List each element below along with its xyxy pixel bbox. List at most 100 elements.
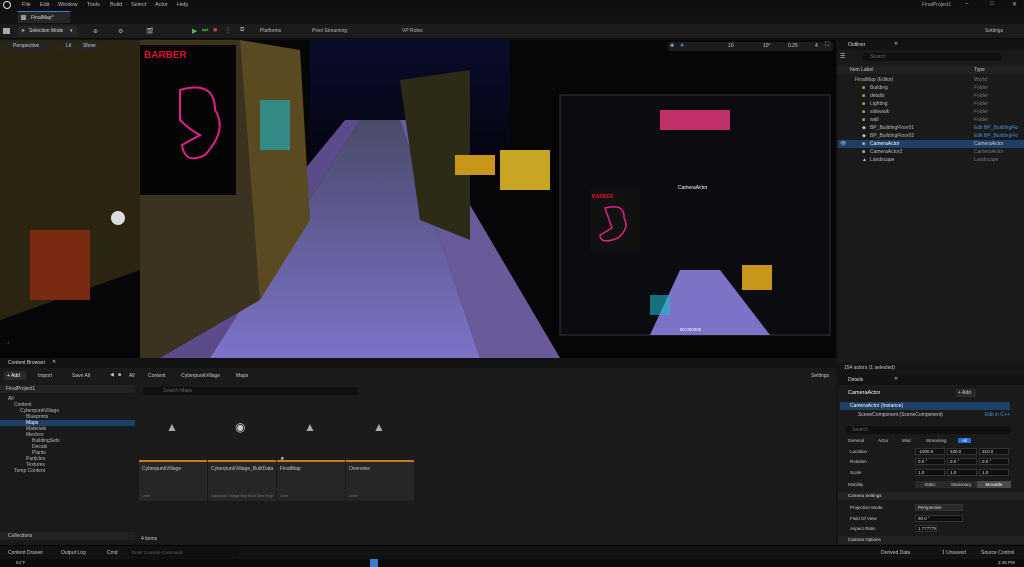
selection-mode-dropdown[interactable]: ➤ Selection Mode ▾ (18, 26, 78, 36)
rotation-x-field[interactable]: 0.0 ° (915, 458, 945, 465)
list-item[interactable]: ■ wall Folder (838, 116, 1024, 124)
fov-field[interactable]: 90.0 ° (915, 515, 963, 522)
weather-widget[interactable]: 54°F (16, 560, 26, 565)
asset-tile[interactable]: ▲ CyberpunkVillage Level (139, 398, 207, 501)
aspect-ratio-field[interactable]: 1.777778 (915, 525, 937, 532)
close-icon[interactable]: ✕ (894, 41, 898, 47)
tab-actor[interactable]: Actor (878, 438, 889, 443)
minimize-icon[interactable]: – (965, 1, 968, 7)
location-x-field[interactable]: -1000.0 (915, 448, 945, 455)
item-type[interactable]: Edit BP_BuildingFlo (974, 132, 1018, 140)
breadcrumb-maps[interactable]: Maps (236, 373, 248, 379)
mobility-stationary[interactable]: Stationary (945, 481, 977, 488)
play-options-icon[interactable]: ⋮ (225, 27, 231, 34)
settings-button[interactable]: Settings (811, 373, 829, 379)
start-icon[interactable] (370, 559, 378, 567)
menu-window[interactable]: Window (58, 2, 78, 8)
tab-finalmap[interactable]: FinalMap* (18, 11, 70, 23)
projection-mode-dropdown[interactable]: Perspective (915, 504, 963, 511)
maximize-icon[interactable]: □ (990, 1, 994, 7)
menu-file[interactable]: File (22, 2, 31, 8)
tab-all[interactable]: All (958, 438, 972, 443)
add-actor-icon[interactable]: ⊕ (93, 28, 98, 35)
list-item[interactable]: 👁 ■ CameraActor CameraActor (838, 140, 1024, 148)
scale-y-field[interactable]: 1.0 (947, 469, 977, 476)
list-item[interactable]: ■ Building Folder (838, 84, 1024, 92)
location-y-field[interactable]: 520.0 (947, 448, 977, 455)
breadcrumb-content[interactable]: Content (148, 373, 166, 379)
location-z-field[interactable]: 310.0 (979, 448, 1009, 455)
close-icon[interactable]: ✕ (1012, 1, 1017, 8)
asset-tile[interactable]: ▲ Overview Level (346, 398, 414, 501)
asset-tile[interactable]: ◉ CyberpunkVillage_BuiltData Cyberpunk V… (208, 398, 276, 501)
rotation-y-field[interactable]: 0.0 ° (947, 458, 977, 465)
maximize-viewport-icon[interactable]: ⛶ (825, 42, 829, 49)
launch-icon[interactable]: ⧉ (240, 27, 244, 34)
outliner-search-input[interactable]: Search (862, 53, 1002, 61)
list-item[interactable]: ■ CameraActor2 CameraActor (838, 148, 1024, 156)
scale-z-field[interactable]: 1.0 (979, 469, 1009, 476)
cinematics-icon[interactable]: 🎬 (146, 28, 153, 35)
close-icon[interactable]: ✕ (894, 376, 898, 382)
derived-data-button[interactable]: Derived Data (881, 550, 910, 556)
col-label-header[interactable]: Item Label (850, 67, 873, 73)
lit-button[interactable]: Lit (57, 42, 77, 50)
list-item[interactable]: ▲ Landscape Landscape (838, 156, 1024, 164)
platforms-button[interactable]: Platforms (258, 27, 283, 35)
select-icon[interactable]: ✚ (680, 43, 684, 49)
rotation-z-field[interactable]: 0.0 ° (979, 458, 1009, 465)
output-log-button[interactable]: Output Log (61, 550, 86, 556)
grid-snap-value[interactable]: 10 (728, 43, 734, 49)
eye-icon[interactable]: 👁 (840, 140, 846, 148)
camera-speed-value[interactable]: 4 (815, 43, 818, 49)
tree-item[interactable]: Temp Content (0, 468, 135, 474)
list-item[interactable]: ■ Lighting Folder (838, 100, 1024, 108)
scale-x-field[interactable]: 1.0 (915, 469, 945, 476)
menu-help[interactable]: Help (177, 2, 188, 8)
unsaved-button[interactable]: 1 Unsaved (942, 550, 966, 556)
tab-streaming[interactable]: Streaming (926, 438, 947, 443)
mobility-static[interactable]: Static (915, 481, 945, 488)
mobility-movable[interactable]: Movable (977, 481, 1011, 488)
tab-general[interactable]: General (848, 438, 864, 443)
project-header[interactable]: FinalProject1 (0, 385, 135, 393)
console-input[interactable]: Enter Console Command (129, 549, 237, 557)
list-item[interactable]: ◆ BP_BuildingFloor02 Edit BP_BuildingFlo (838, 132, 1024, 140)
instance-row[interactable]: CameraActor (Instance) (840, 402, 1010, 410)
tab-misc[interactable]: Misc (902, 438, 911, 443)
menu-edit[interactable]: Edit (40, 2, 49, 8)
camera-options-header[interactable]: Camera Options (838, 536, 1024, 544)
move-icon[interactable]: ✥ (670, 43, 674, 49)
content-drawer-button[interactable]: Content Drawer (8, 550, 43, 556)
cmd-dropdown[interactable]: Cmd (107, 550, 118, 556)
edit-cpp-link[interactable]: Edit in C++ (985, 412, 1010, 418)
menu-tools[interactable]: Tools (87, 2, 100, 8)
component-row[interactable]: SceneComponent (SceneComponent) Edit in … (840, 411, 1010, 419)
menu-select[interactable]: Select (131, 2, 146, 8)
camera-settings-header[interactable]: Camera Settings (838, 492, 1024, 500)
rot-snap-value[interactable]: 10° (763, 43, 771, 49)
step-icon[interactable]: ⏭ (202, 27, 208, 35)
collections-header[interactable]: Collections (0, 532, 135, 540)
show-button[interactable]: Show (80, 42, 100, 50)
vp-roles-button[interactable]: VP Roles (400, 27, 425, 35)
add-button[interactable]: + Add (4, 371, 26, 380)
breadcrumb-cyberpunk[interactable]: CyberpunkVillage (181, 373, 220, 379)
list-item[interactable]: ■ sidewalk Folder (838, 108, 1024, 116)
blueprint-icon[interactable]: ⚙ (118, 28, 123, 35)
filter-icon[interactable]: ☰ (840, 53, 852, 61)
details-search-input[interactable]: Search (846, 426, 1011, 434)
list-item[interactable]: ◆ BP_BuildingFloor01 Edit BP_BuildingFlo (838, 124, 1024, 132)
menu-actor[interactable]: Actor (155, 2, 168, 8)
breadcrumb-all[interactable]: All (129, 373, 135, 379)
save-all-button[interactable]: Save All (72, 373, 90, 379)
play-icon[interactable]: ▶ (192, 27, 197, 35)
level-viewport[interactable]: BARBER BARBER Perspective Lit Show ✥ ✚ 1… (0, 40, 836, 358)
list-item[interactable]: ■ details Folder (838, 92, 1024, 100)
pixel-streaming-button[interactable]: Pixel Streaming (310, 27, 349, 35)
menu-build[interactable]: Build (110, 2, 122, 8)
list-item[interactable]: FinalMap (Editor) World (838, 76, 1024, 84)
viewport-menu-button[interactable]: Perspective (3, 42, 51, 50)
history-back-icon[interactable]: ◀ (110, 372, 114, 378)
asset-tile[interactable]: ▲ ★ FinalMap Level (277, 398, 345, 501)
